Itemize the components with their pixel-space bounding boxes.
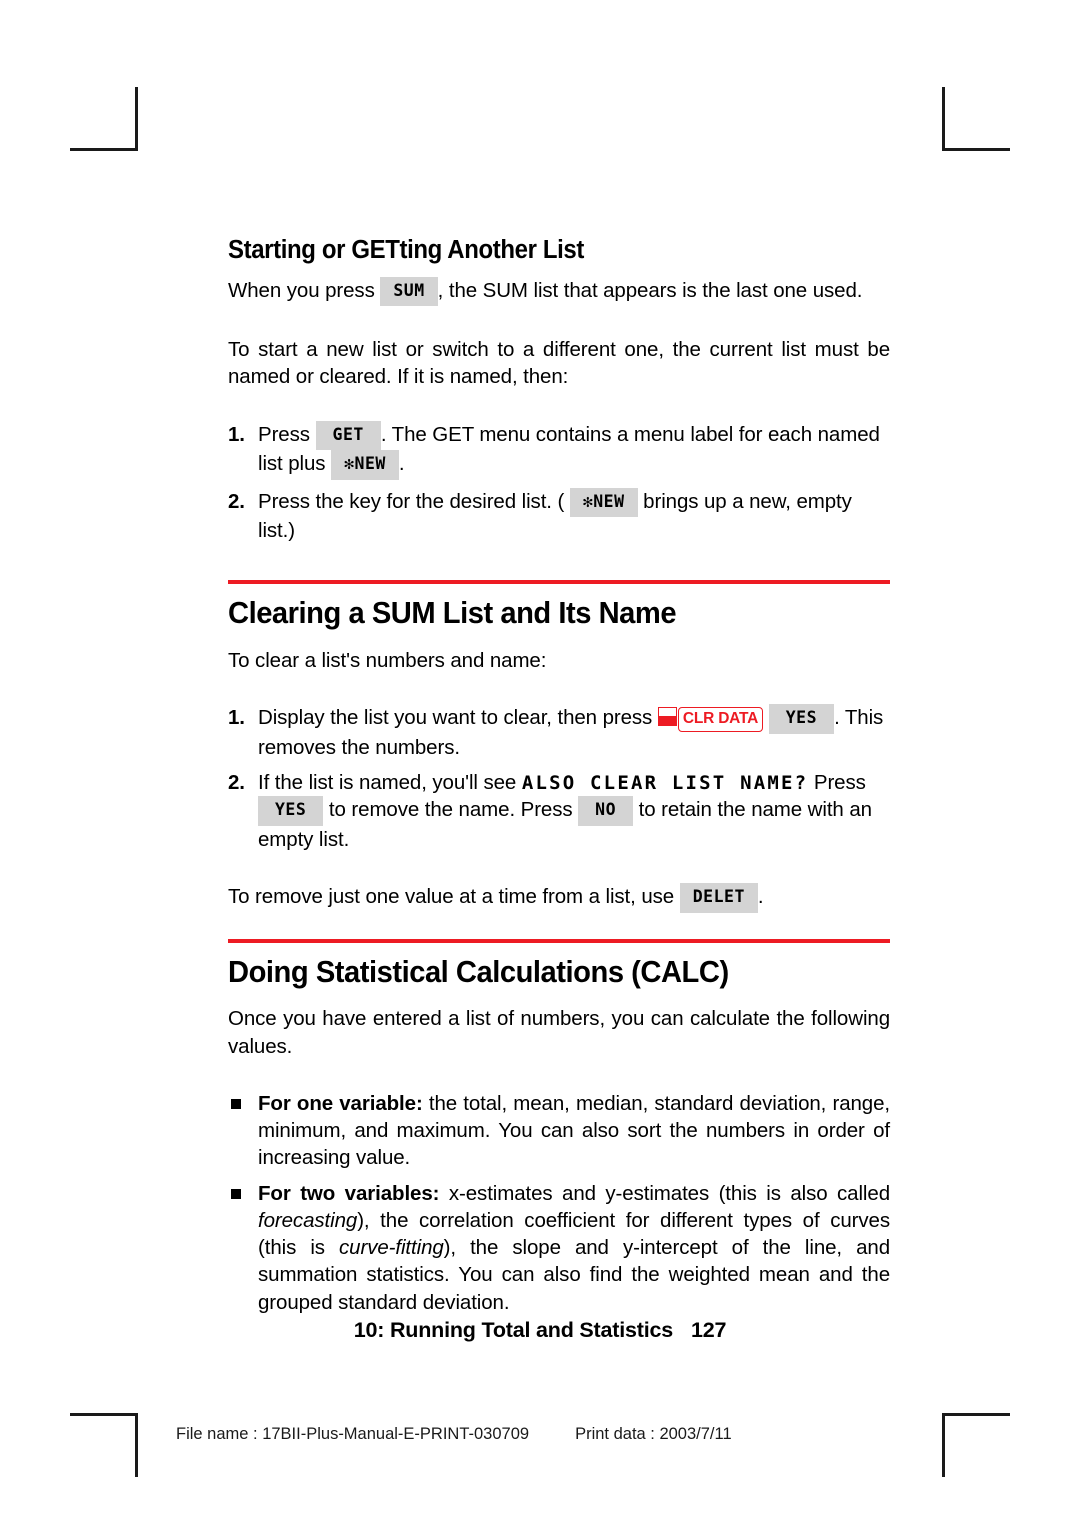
key-clr-data[interactable]: CLR DATA [677,707,764,732]
step-text-1: Display the list you want to clear, then… [258,706,653,730]
bullet-for-one-variable: For one variable: the total, mean, media… [228,1090,890,1172]
step-number: 1. [228,706,245,730]
step-text-1: Press [258,422,310,446]
shift-key-icon[interactable] [657,707,677,727]
lcd-display-text: ALSO CLEAR LIST NAME? [521,772,809,795]
intro-text-pre: When you press [228,278,375,302]
crop-mark-top-left-horizontal [70,148,138,151]
key-delet[interactable]: DELET [679,883,758,913]
print-production-footer: File name : 17BII-Plus-Manual-E-PRINT-03… [176,1425,732,1444]
page-content: Starting or GETting Another List When yo… [228,236,890,1316]
step-getting-2: 2. Press the key for the desired list. (… [228,487,890,545]
key-yes-1[interactable]: YES [768,704,835,734]
step-text-3: . [398,452,405,476]
running-footer-title: 10: Running Total and Statistics [353,1318,674,1342]
step-text-3: to remove the name. Press [328,798,573,822]
bullet-lead-label: For two variables: [258,1181,440,1205]
crop-mark-bottom-left-horizontal [70,1413,138,1416]
square-bullet-icon [231,1188,241,1199]
print-date: Print data : 2003/7/11 [575,1425,732,1443]
key-sum[interactable]: SUM [380,276,438,307]
crop-mark-bottom-left-vertical [135,1413,138,1477]
manual-page: Starting or GETting Another List When yo… [0,0,1080,1526]
step-text-2: Press [813,771,866,795]
bullet-italic-forecasting: forecasting [258,1208,358,1232]
bullet-lead-label: For one variable: [258,1091,423,1115]
step-text-1: If the list is named, you'll see [258,771,517,795]
paragraph-calc-intro: Once you have entered a list of numbers,… [228,1007,890,1058]
paragraph-remove-one-value: To remove just one value at a time from … [228,883,890,913]
crop-mark-top-right-vertical [942,87,945,151]
step-number: 1. [228,422,245,446]
paragraph-clear-list: To clear a list's numbers and name: [228,649,547,673]
step-clearing-1: 1. Display the list you want to clear, t… [228,704,890,761]
key-yes-2[interactable]: YES [258,796,324,826]
key-new-1[interactable]: ✻NEW [331,450,399,480]
section-heading-starting-or-getting: Starting or GETting Another List [228,236,584,264]
step-clearing-2: 2. If the list is named, you'll see ALSO… [228,769,890,853]
remove-text-pre: To remove just one value at a time from … [228,885,675,909]
key-get[interactable]: GET [315,420,381,451]
step-number: 2. [228,489,245,513]
page-number: 127 [691,1318,727,1342]
square-bullet-icon [231,1098,241,1109]
print-file-name: File name : 17BII-Plus-Manual-E-PRINT-03… [176,1425,530,1443]
intro-paragraph-starting: When you press SUM, the SUM list that ap… [228,276,890,307]
section-heading-clearing-sum-list: Clearing a SUM List and Its Name [228,595,677,631]
bullet-text-part-1: x-estimates and y-estimates (this is als… [439,1181,890,1205]
crop-mark-top-right-horizontal [942,148,1010,151]
crop-mark-bottom-right-horizontal [942,1413,1010,1416]
crop-mark-bottom-right-vertical [942,1413,945,1477]
step-number: 2. [228,771,245,795]
bullet-italic-curve-fitting: curve-fitting [339,1236,444,1259]
step-getting-1: 1. Press GET. The GET menu contains a me… [228,420,890,480]
key-no[interactable]: NO [578,796,634,826]
key-new-2[interactable]: ✻NEW [569,487,638,518]
paragraph-start-new-list: To start a new list or switch to a diffe… [228,338,890,389]
running-footer: 10: Running Total and Statistics 127 [0,1318,1080,1343]
intro-text-post: , the SUM list that appears is the last … [437,278,863,302]
bullet-for-two-variables: For two variables: x-estimates and y-est… [228,1180,890,1316]
step-text-1: Press the key for the desired list. ( [258,489,565,513]
section-heading-doing-statistical-calculations: Doing Statistical Calculations (CALC) [228,953,729,989]
remove-text-post: . [757,885,764,909]
crop-mark-top-left-vertical [135,87,138,151]
